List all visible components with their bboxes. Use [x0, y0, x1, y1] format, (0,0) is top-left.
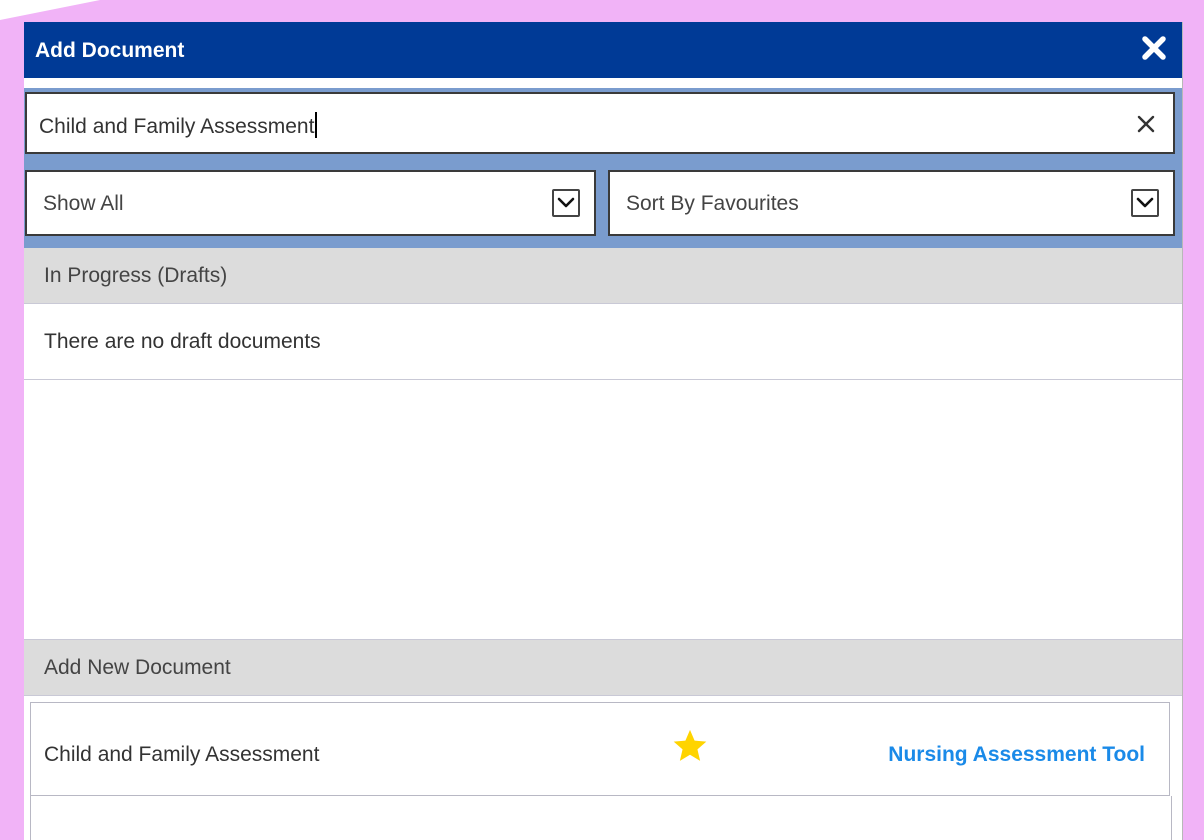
dialog-title: Add Document: [35, 39, 185, 62]
nursing-assessment-tool-link[interactable]: Nursing Assessment Tool: [888, 743, 1145, 767]
search-input[interactable]: Child and Family Assessment: [25, 92, 1175, 154]
backdrop-corner: [0, 0, 100, 20]
text-caret: [315, 112, 318, 138]
search-clear-button[interactable]: [1133, 111, 1159, 137]
show-filter-dropdown-button[interactable]: [552, 189, 580, 217]
sort-dropdown-button[interactable]: [1131, 189, 1159, 217]
search-input-value: Child and Family Assessment: [39, 112, 318, 139]
drafts-section-header: In Progress (Drafts): [24, 248, 1182, 304]
titlebar-separator: [24, 78, 1182, 88]
document-name: Child and Family Assessment: [44, 743, 320, 766]
sort-value: Sort By Favourites: [626, 192, 799, 215]
new-document-section-header: Add New Document: [24, 640, 1182, 696]
drafts-heading: In Progress (Drafts): [44, 264, 228, 287]
clear-icon: [1137, 115, 1155, 133]
drafts-empty-message: There are no draft documents: [44, 330, 321, 353]
show-filter-select[interactable]: Show All: [25, 170, 596, 236]
chevron-down-icon: [1136, 197, 1154, 208]
add-document-dialog: Add Document Child and Family Assessment…: [24, 22, 1183, 840]
sort-select[interactable]: Sort By Favourites: [608, 170, 1175, 236]
drafts-empty-row: There are no draft documents: [24, 304, 1182, 380]
close-icon: [1142, 36, 1166, 60]
new-document-heading: Add New Document: [44, 656, 231, 679]
document-list-item[interactable]: Child and Family Assessment Nursing Asse…: [30, 702, 1170, 796]
favourite-toggle[interactable]: [671, 727, 709, 765]
chevron-down-icon: [557, 197, 575, 208]
close-button[interactable]: [1140, 34, 1168, 62]
drafts-list-area: [24, 380, 1182, 640]
star-icon: [673, 729, 707, 761]
document-list-continuation: [30, 796, 1172, 840]
show-filter-value: Show All: [43, 192, 124, 215]
search-query-text: Child and Family Assessment: [39, 115, 315, 138]
dialog-titlebar: Add Document: [24, 22, 1182, 78]
